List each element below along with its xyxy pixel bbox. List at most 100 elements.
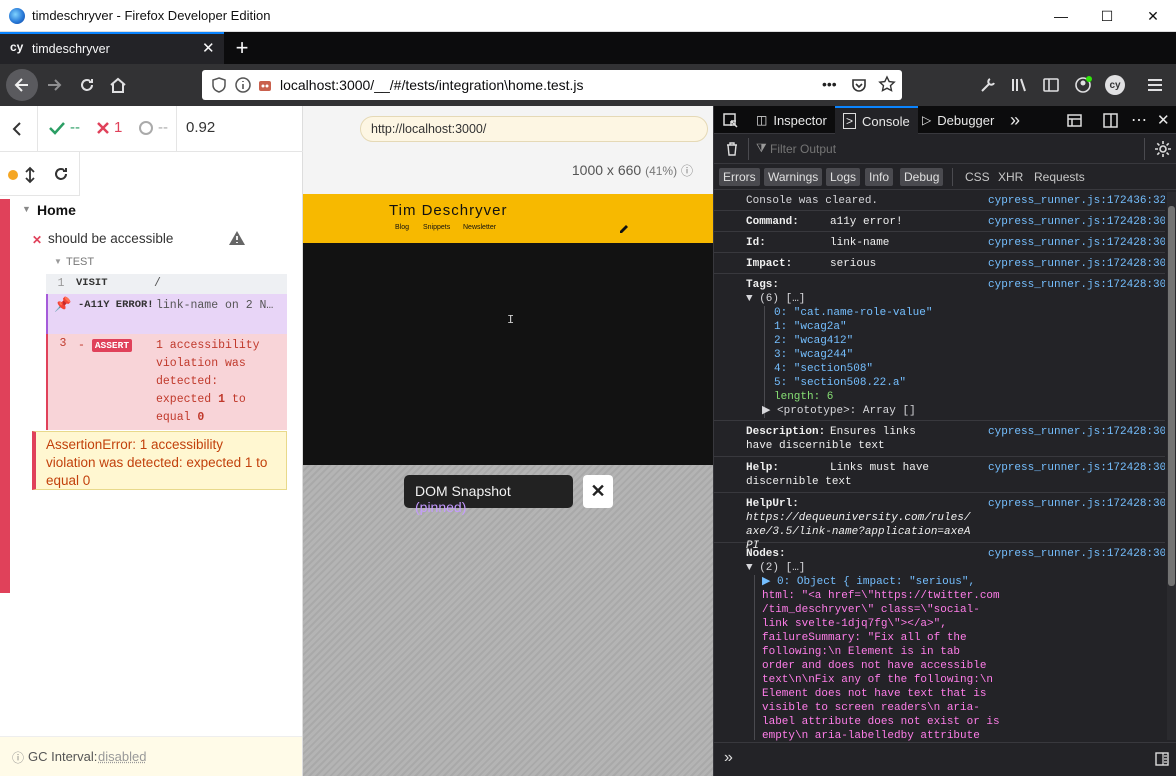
filter-requests[interactable]: Requests [1030,168,1089,186]
devtools-menu-button[interactable] [973,70,1003,100]
account-button[interactable] [1068,70,1098,100]
console-message[interactable]: Description: Ensures links have discerni… [714,421,1165,457]
tab-inspector[interactable]: ◫ Inspector [748,106,835,134]
auto-scroll-icon[interactable] [24,166,36,184]
info-icon[interactable] [234,76,252,94]
cypress-extension-button[interactable]: cy [1100,70,1130,100]
console-message[interactable]: Id: link-name cypress_runner.js:172428:3… [714,232,1165,253]
tags-prototype[interactable]: ▶ <prototype>: Array [] [762,404,916,418]
split-console-icon[interactable] [1066,112,1083,129]
home-button[interactable] [103,70,133,100]
bookmark-star-icon[interactable] [878,75,896,93]
console-source-link[interactable]: cypress_runner.js:172428:30 [988,236,1165,250]
new-tab-button[interactable]: + [232,35,252,61]
library-button[interactable] [1004,70,1034,100]
url-text[interactable]: localhost:3000/__/#/tests/integration\ho… [280,77,584,93]
site-title[interactable]: Tim Deschryver [389,202,507,219]
console-source-link[interactable]: cypress_runner.js:172428:30 [988,425,1165,439]
console-message[interactable]: Command: a11y error! cypress_runner.js:1… [714,211,1165,232]
tab-console[interactable]: > Console [835,106,918,134]
command-row-failed[interactable]: 3 - ASSERT 1 accessibility violation was… [46,334,287,430]
forward-button[interactable] [40,70,70,100]
devtools-menu-icon[interactable]: ⋯ [1131,106,1147,134]
console-message-nodes[interactable]: Nodes: cypress_runner.js:172428:30 ▼ (2)… [714,543,1165,742]
app-menu-button[interactable] [1140,70,1170,100]
cypress-reporter: -- 1 -- 0.92 ▼ Home ✕ should be accessib… [0,106,303,776]
clear-console-trash-icon[interactable] [724,141,740,157]
unpin-snapshot-button[interactable]: ✕ [583,475,613,508]
suite-title[interactable]: Home [37,202,76,218]
reload-button[interactable] [72,70,102,100]
back-button[interactable] [6,69,38,101]
console-source-link[interactable]: cypress_runner.js:172428:30 [988,547,1165,561]
tags-array-toggle[interactable]: ▼ (6) […] [746,292,805,306]
filter-xhr[interactable]: XHR [994,168,1027,186]
url-bar[interactable]: localhost:3000/__/#/tests/integration\ho… [202,70,902,100]
filter-css[interactable]: CSS [961,168,994,186]
site-nav-blog[interactable]: Blog [395,224,409,231]
console-message[interactable]: HelpUrl: https://dequeuniversity.com/rul… [714,493,1165,543]
element-picker-icon[interactable] [722,112,739,129]
collapse-suite-icon[interactable]: ▼ [22,204,31,214]
robot-icon [256,76,274,94]
site-nav-newsletter[interactable]: Newsletter [463,224,496,231]
console-message-tags[interactable]: Tags: cypress_runner.js:172428:30 ▼ (6) … [714,274,1165,421]
console-source-link[interactable]: cypress_runner.js:172428:30 [988,278,1165,292]
browser-tab[interactable]: cy timdeschryver ✕ [0,32,224,64]
assert-expected: 1 [218,393,225,406]
gc-interval-value[interactable]: disabled [98,749,146,764]
close-devtools-icon[interactable]: ✕ [1157,106,1170,134]
site-content: I [303,243,714,465]
close-window-button[interactable]: ✕ [1130,0,1176,32]
editor-mode-icon[interactable] [1154,751,1170,767]
console-source-link[interactable]: cypress_runner.js:172428:30 [988,497,1165,511]
nodes-array-toggle[interactable]: ▼ (2) […] [746,561,805,575]
filter-info[interactable]: Info [865,168,893,186]
filter-debug[interactable]: Debug [900,168,943,186]
console-scrollbar-thumb[interactable] [1168,206,1175,586]
dock-options-icon[interactable] [1102,112,1119,129]
console-label: Nodes: [746,547,786,561]
theme-toggle-icon[interactable] [618,221,630,233]
assert-line: 1 accessibility [156,339,260,352]
rerun-icon[interactable] [52,165,70,183]
dom-snapshot-indicator: DOM Snapshot (pinned) [404,475,573,508]
close-tab-icon[interactable]: ✕ [202,39,215,57]
console-settings-gear-icon[interactable] [1154,140,1172,158]
command-row-pinned[interactable]: 📌 -A11Y ERROR! link-name on 2 N… [46,294,287,334]
back-to-specs-icon[interactable] [10,121,24,137]
console-input-row[interactable]: » [714,742,1176,776]
more-tools-icon[interactable]: » [1010,106,1020,134]
command-row[interactable]: 1 VISIT / [46,274,287,294]
site-nav-snippets[interactable]: Snippets [423,224,450,231]
aut-url-field[interactable]: http://localhost:3000/ [360,116,708,142]
console-message[interactable]: Console was cleared. cypress_runner.js:1… [714,190,1165,211]
filter-logs[interactable]: Logs [826,168,860,186]
inspector-icon: ◫ [756,113,767,127]
console-source-link[interactable]: cypress_runner.js:172428:30 [988,257,1165,271]
text-cursor: I [507,313,514,327]
console-source-link[interactable]: cypress_runner.js:172428:30 [988,461,1165,475]
console-source-link[interactable]: cypress_runner.js:172428:30 [988,215,1165,229]
sidebar-button[interactable] [1036,70,1066,100]
console-message[interactable]: Impact: serious cypress_runner.js:172428… [714,253,1165,274]
tab-debugger[interactable]: ▷ Debugger [914,106,1002,134]
test-title[interactable]: should be accessible [48,231,173,246]
assert-badge: - ASSERT [78,337,156,352]
console-text: Console was cleared. [746,194,878,208]
filter-warnings[interactable]: Warnings [764,168,822,186]
shield-icon[interactable] [210,76,228,94]
filter-errors[interactable]: Errors [719,168,760,186]
console-message[interactable]: Help: Links must have discernible text c… [714,457,1165,493]
filter-output-input[interactable] [770,139,1140,159]
console-source-link[interactable]: cypress_runner.js:172436:32 [988,194,1165,208]
pocket-icon[interactable] [850,76,868,94]
tab-title: timdeschryver [32,42,110,56]
minimize-button[interactable]: — [1038,0,1084,32]
node-line: html: "<a href=\"https://twitter.com [762,589,1000,603]
tag-entry: 0: "cat.name-role-value" [774,306,932,320]
page-actions-button[interactable]: ••• [822,76,837,92]
collapse-section-icon[interactable]: ▼ [54,257,62,266]
node-line[interactable]: ▶ 0: Object { impact: "serious", [762,575,975,589]
maximize-button[interactable]: ☐ [1084,0,1130,32]
